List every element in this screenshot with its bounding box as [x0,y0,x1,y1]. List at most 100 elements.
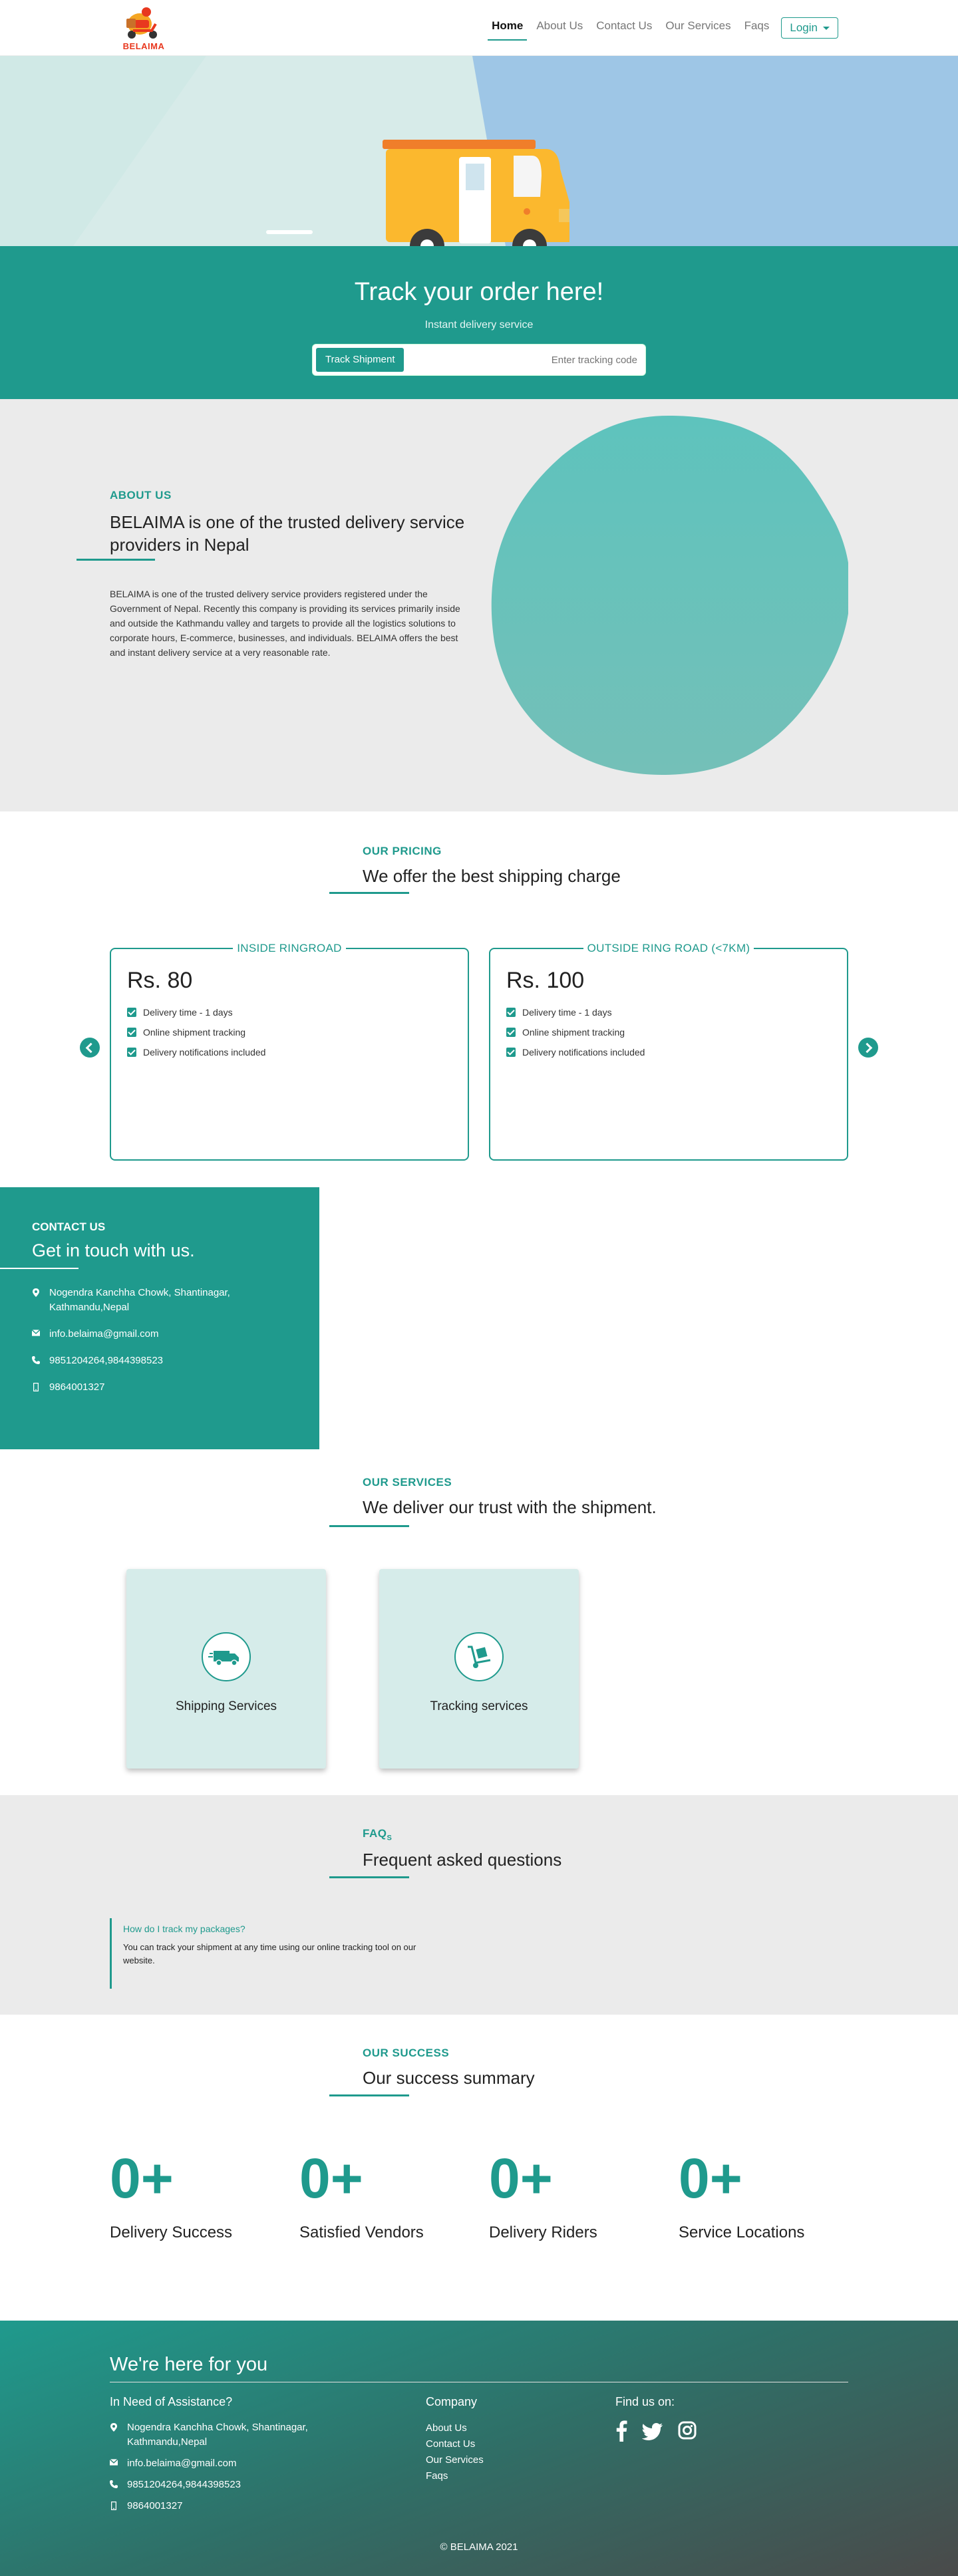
stat-label: Service Locations [679,2223,805,2241]
brand-name: BELAIMA [122,41,165,51]
section-underline [77,559,155,561]
envelope-icon [32,1327,40,1342]
about-title: BELAIMA is one of the trusted delivery s… [110,512,465,555]
feature-list: Delivery time - 1 days Online shipment t… [127,1002,265,1062]
services-label: OUR SERVICES [363,1476,452,1489]
section-underline [329,1876,409,1878]
tracking-code-input[interactable] [438,348,637,372]
feature-item: Delivery notifications included [506,1042,645,1062]
faq-heading: FAQS Frequent asked questions [363,1827,561,1870]
feature-item: Delivery notifications included [127,1042,265,1062]
brand-logo[interactable]: BELAIMA [120,4,168,51]
carousel-prev-button[interactable] [80,1038,100,1058]
decorative-blob [491,416,848,775]
phone-icon [32,1354,40,1368]
feature-text: Delivery notifications included [522,1047,645,1058]
mobile-icon [32,1380,40,1395]
faq-question[interactable]: How do I track my packages? [123,1924,456,1934]
feature-text: Delivery notifications included [143,1047,266,1058]
nav-our-services[interactable]: Our Services [664,17,732,39]
price-amount: Rs. 80 [127,968,193,993]
stat-satisfied-vendors: 0+ Satisfied Vendors [299,2148,472,2242]
hero-title: Track your order here! [354,278,604,306]
feature-text: Online shipment tracking [143,1027,246,1038]
hero-illustration [0,56,958,246]
check-square-icon [506,1048,516,1057]
contact-title: Get in touch with us. [32,1240,195,1260]
instagram-icon[interactable] [678,2419,697,2442]
contact-info-list: Nogendra Kanchha Chowk, Shantinagar, Kat… [32,1286,275,1407]
service-card-tracking[interactable]: Tracking services [379,1569,579,1769]
section-underline [329,1525,409,1527]
service-card-shipping[interactable]: Shipping Services [126,1569,326,1769]
footer-link-faqs[interactable]: Faqs [426,2468,484,2484]
footer-link-about-us[interactable]: About Us [426,2420,484,2436]
footer-link-contact-us[interactable]: Contact Us [426,2436,484,2452]
footer-link-our-services[interactable]: Our Services [426,2452,484,2468]
contact-email: info.belaima@gmail.com [32,1327,275,1342]
stat-service-locations: 0+ Service Locations [679,2148,852,2242]
stat-value: 0+ [110,2147,174,2210]
track-shipment-button[interactable]: Track Shipment [316,348,404,372]
section-underline [329,2094,409,2096]
main-nav: Home About Us Contact Us Our Services Fa… [488,17,838,41]
feature-list: Delivery time - 1 days Online shipment t… [506,1002,645,1062]
faq-label-suffix: S [387,1834,393,1842]
mobile-text: 9864001327 [49,1381,105,1393]
section-underline [329,892,409,894]
footer-email: info.belaima@gmail.com [110,2456,353,2471]
pricing-section: OUR PRICING We offer the best shipping c… [0,811,958,1187]
services-section: OUR SERVICES We deliver our trust with t… [0,1449,958,1795]
mobile-text: 9864001327 [127,2500,183,2511]
address-text: Nogendra Kanchha Chowk, Shantinagar, Kat… [49,1287,230,1313]
nav-faqs[interactable]: Faqs [743,17,771,39]
contact-phone: 9851204264,9844398523 [32,1354,275,1368]
footer-company-links: About Us Contact Us Our Services Faqs [426,2420,484,2484]
footer-assist-heading: In Need of Assistance? [110,2395,233,2408]
footer-company-heading: Company [426,2395,478,2408]
footer-social-heading: Find us on: [615,2395,675,2408]
phone-text: 9851204264,9844398523 [127,2479,241,2490]
feature-text: Delivery time - 1 days [522,1007,612,1018]
social-links [615,2419,697,2442]
nav-home[interactable]: Home [488,17,528,41]
email-link[interactable]: info.belaima@gmail.com [49,1327,275,1342]
about-text: BELAIMA is one of the trusted delivery s… [110,589,460,658]
stat-label: Delivery Riders [489,2223,597,2241]
pricing-title: We offer the best shipping charge [363,866,621,886]
footer-phone: 9851204264,9844398523 [110,2478,353,2492]
faq-label: FAQS [363,1827,561,1842]
mobile-icon [110,2499,118,2513]
contact-label: CONTACT US [32,1220,106,1233]
check-square-icon [127,1048,136,1057]
stat-delivery-success: 0+ Delivery Success [110,2148,283,2242]
hero-tracking-section: Track your order here! Instant delivery … [0,246,958,399]
truck-icon [202,1632,251,1681]
copyright: © BELAIMA 2021 [440,2541,518,2553]
stat-value: 0+ [679,2147,742,2210]
faq-label-text: FAQ [363,1827,387,1840]
login-label: Login [790,21,818,34]
check-square-icon [506,1028,516,1037]
facebook-icon[interactable] [615,2419,627,2442]
feature-item: Delivery time - 1 days [127,1002,265,1022]
check-square-icon [127,1008,136,1017]
stat-value: 0+ [299,2147,363,2210]
service-name: Shipping Services [175,1699,277,1713]
login-dropdown-button[interactable]: Login [781,17,838,39]
faq-item[interactable]: How do I track my packages? You can trac… [110,1918,456,1989]
pricing-heading: OUR PRICING We offer the best shipping c… [363,845,621,887]
services-heading: OUR SERVICES We deliver our trust with t… [363,1476,657,1518]
price-amount: Rs. 100 [506,968,585,993]
check-square-icon [506,1008,516,1017]
stat-delivery-riders: 0+ Delivery Riders [489,2148,662,2242]
nav-about-us[interactable]: About Us [535,17,584,39]
address-text: Nogendra Kanchha Chowk, Shantinagar, Kat… [127,2422,308,2448]
nav-contact-us[interactable]: Contact Us [595,17,653,39]
feature-item: Delivery time - 1 days [506,1002,645,1022]
chevron-down-icon [823,26,830,30]
carousel-next-button[interactable] [858,1038,878,1058]
twitter-icon[interactable] [642,2419,663,2442]
email-link[interactable]: info.belaima@gmail.com [127,2456,353,2471]
stat-value: 0+ [489,2147,553,2210]
